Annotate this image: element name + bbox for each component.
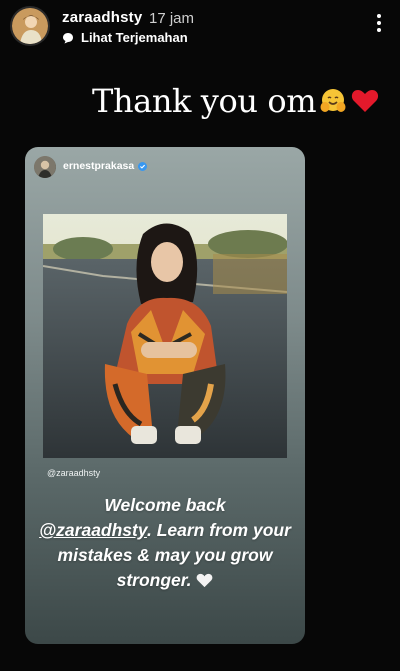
shared-story-username[interactable]: ernestprakasa <box>63 160 134 172</box>
shared-story-avatar[interactable] <box>34 156 56 178</box>
story-caption: Thank you om <box>92 82 380 120</box>
more-vert-icon[interactable] <box>375 14 383 36</box>
photo-mention-tag[interactable]: @zaraadhsty <box>47 468 100 478</box>
post-header: zaraadhsty 17 jam Lihat Terjemahan <box>0 0 400 52</box>
road-portrait-image <box>43 214 287 458</box>
see-translation-link[interactable]: Lihat Terjemahan <box>62 30 188 45</box>
hugging-face-emoji <box>320 89 346 112</box>
red-heart-emoji <box>352 90 379 112</box>
avatar-image <box>12 8 48 44</box>
caption-text: Thank you om <box>92 82 317 120</box>
post-time: 17 jam <box>149 10 195 27</box>
shared-story-username-row[interactable]: ernestprakasa <box>63 160 148 172</box>
see-translation-label: Lihat Terjemahan <box>81 30 188 45</box>
white-heart-emoji <box>197 573 213 588</box>
shared-story-card[interactable]: ernestprakasa @zaraadhsty Welcome back @… <box>25 147 305 644</box>
verified-badge-icon <box>138 161 148 171</box>
shared-story-message: Welcome back @zaraadhsty. Learn from you… <box>25 493 305 593</box>
avatar[interactable] <box>12 8 48 44</box>
chat-bubble-icon <box>63 32 73 43</box>
shared-story-photo <box>43 214 287 458</box>
message-prefix: Welcome back <box>104 495 226 515</box>
avatar-image <box>34 156 56 178</box>
message-mention[interactable]: @zaraadhsty <box>39 520 147 540</box>
post-username[interactable]: zaraadhsty <box>62 9 142 26</box>
